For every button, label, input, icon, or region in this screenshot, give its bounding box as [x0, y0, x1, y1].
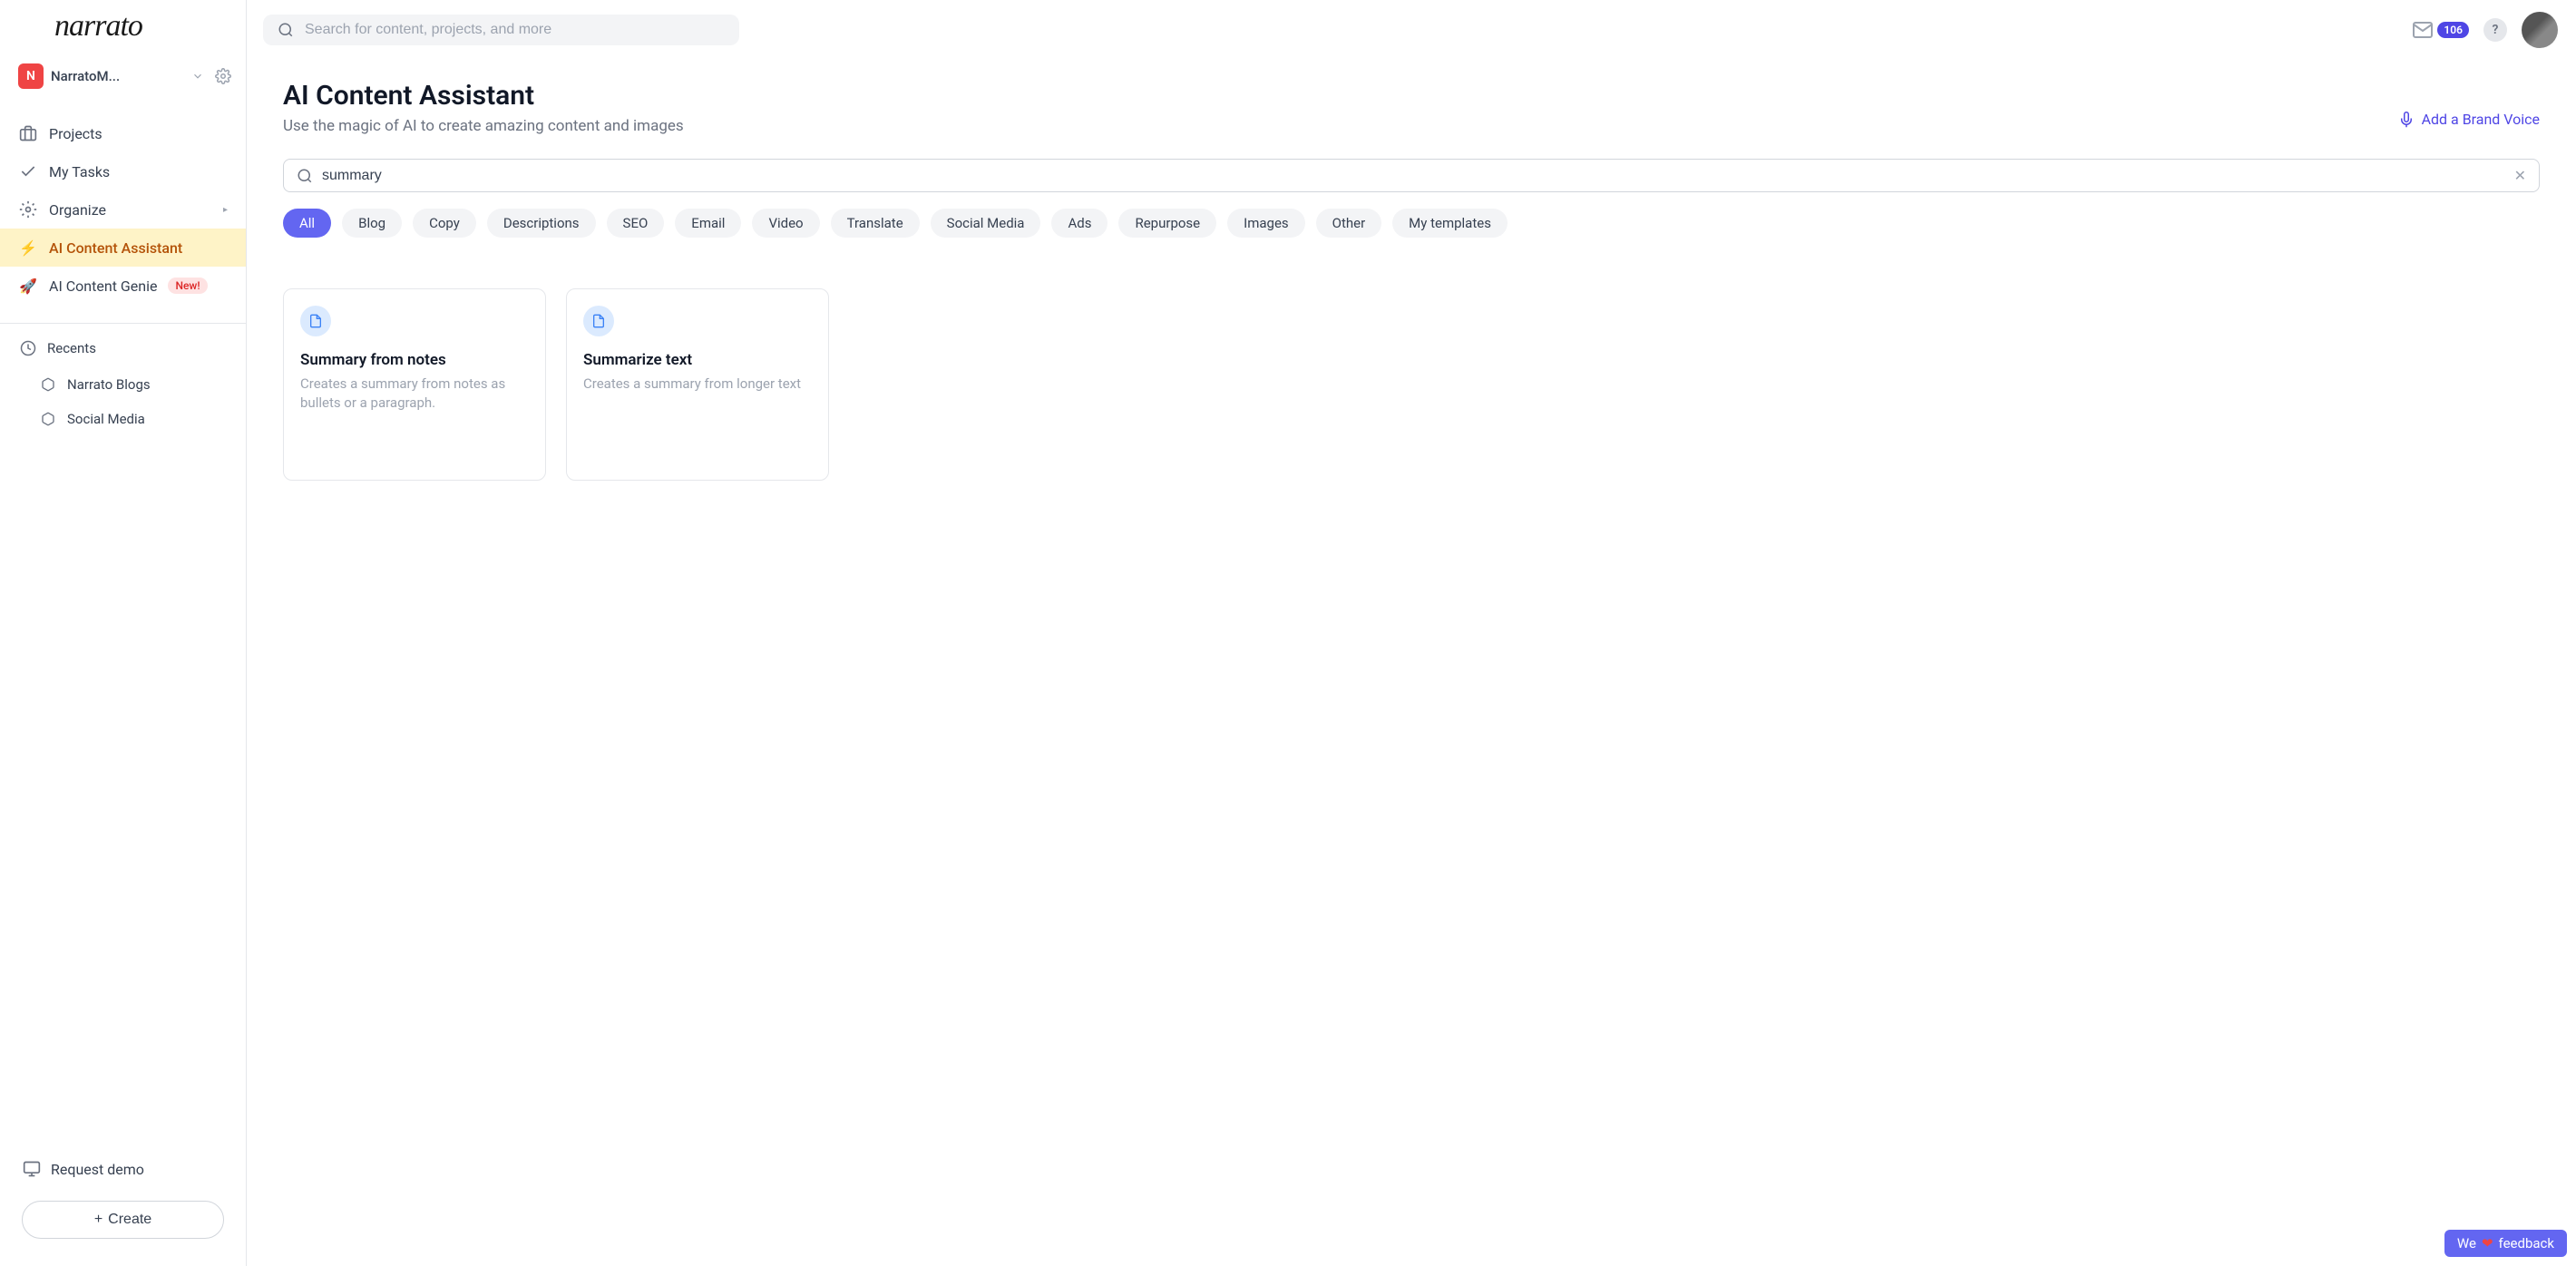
- notification-count: 106: [2437, 22, 2469, 38]
- mail-icon: [2412, 19, 2434, 41]
- workspace-initial: N: [18, 63, 44, 89]
- feedback-button[interactable]: We ❤ feedback: [2444, 1230, 2567, 1257]
- create-button[interactable]: + Create: [22, 1201, 224, 1239]
- logo[interactable]: narrato: [0, 0, 246, 54]
- recents-header: Recents: [0, 329, 246, 367]
- chip-descriptions[interactable]: Descriptions: [487, 209, 596, 238]
- document-icon: [583, 306, 614, 336]
- chip-all[interactable]: All: [283, 209, 331, 238]
- feedback-suffix: feedback: [2499, 1235, 2554, 1251]
- notifications[interactable]: 106: [2412, 19, 2469, 41]
- template-search-input[interactable]: [322, 168, 2505, 184]
- page-title: AI Content Assistant: [283, 80, 684, 112]
- create-label: Create: [108, 1212, 151, 1228]
- sidebar-nav: Projects My Tasks Organize ▸ ⚡ AI Conten…: [0, 98, 246, 305]
- lightning-icon: ⚡: [18, 238, 38, 258]
- chip-copy[interactable]: Copy: [413, 209, 476, 238]
- chevron-down-icon[interactable]: [191, 70, 204, 83]
- check-icon: [18, 161, 38, 181]
- plus-icon: +: [94, 1212, 102, 1228]
- page-subtitle: Use the magic of AI to create amazing co…: [283, 117, 684, 135]
- chip-translate[interactable]: Translate: [831, 209, 920, 238]
- sidebar-item-label: AI Content Genie: [49, 278, 157, 295]
- brand-voice-label: Add a Brand Voice: [2422, 111, 2540, 128]
- chip-images[interactable]: Images: [1227, 209, 1305, 238]
- template-cards: Summary from notes Creates a summary fro…: [283, 288, 2540, 481]
- template-card[interactable]: Summary from notes Creates a summary fro…: [283, 288, 546, 481]
- microphone-icon: [2398, 112, 2415, 128]
- template-card[interactable]: Summarize text Creates a summary from lo…: [566, 288, 829, 481]
- add-brand-voice-link[interactable]: Add a Brand Voice: [2398, 111, 2540, 128]
- sidebar: narrato N NarratoM... Projects: [0, 0, 247, 1266]
- search-icon: [278, 22, 294, 38]
- gear-icon: [18, 200, 38, 219]
- document-icon: [300, 306, 331, 336]
- card-title: Summary from notes: [300, 351, 529, 369]
- search-icon: [297, 168, 313, 184]
- chip-social-media[interactable]: Social Media: [931, 209, 1041, 238]
- monitor-icon: [22, 1159, 42, 1179]
- category-chips: All Blog Copy Descriptions SEO Email Video Tran…: [283, 209, 2540, 238]
- global-search-input[interactable]: [305, 22, 725, 38]
- chevron-right-icon: ▸: [223, 205, 228, 215]
- avatar[interactable]: [2522, 12, 2558, 48]
- clock-icon: [18, 338, 38, 358]
- main-content: 106 ? AI Content Assistant Use the magic…: [247, 0, 2576, 1266]
- help-button[interactable]: ?: [2483, 18, 2507, 42]
- rocket-icon: 🚀: [18, 276, 38, 296]
- sidebar-item-my-tasks[interactable]: My Tasks: [0, 152, 246, 190]
- sidebar-item-label: My Tasks: [49, 163, 110, 180]
- sidebar-item-label: Projects: [49, 125, 102, 142]
- clear-search-icon[interactable]: ✕: [2514, 167, 2526, 184]
- recent-item-social-media[interactable]: Social Media: [0, 402, 246, 436]
- request-demo-link[interactable]: Request demo: [22, 1150, 224, 1188]
- global-search[interactable]: [263, 15, 739, 45]
- chip-video[interactable]: Video: [752, 209, 819, 238]
- sidebar-item-projects[interactable]: Projects: [0, 114, 246, 152]
- chip-other[interactable]: Other: [1316, 209, 1382, 238]
- cube-icon: [38, 375, 58, 394]
- briefcase-icon: [18, 123, 38, 143]
- card-title: Summarize text: [583, 351, 812, 369]
- chip-email[interactable]: Email: [675, 209, 741, 238]
- logo-text: narrato: [54, 9, 142, 44]
- sidebar-item-ai-content-assistant[interactable]: ⚡ AI Content Assistant: [0, 229, 246, 267]
- card-description: Creates a summary from notes as bullets …: [300, 375, 529, 413]
- gear-icon[interactable]: [215, 68, 231, 84]
- chip-blog[interactable]: Blog: [342, 209, 402, 238]
- divider: [0, 323, 246, 324]
- request-demo-label: Request demo: [51, 1161, 144, 1178]
- topbar: 106 ?: [247, 0, 2576, 60]
- template-search[interactable]: ✕: [283, 159, 2540, 192]
- recents-label: Recents: [47, 340, 96, 356]
- sidebar-item-label: AI Content Assistant: [49, 239, 182, 257]
- workspace-selector[interactable]: N NarratoM...: [0, 54, 246, 98]
- recent-item-label: Narrato Blogs: [67, 376, 151, 393]
- recent-item-label: Social Media: [67, 411, 145, 427]
- chip-repurpose[interactable]: Repurpose: [1118, 209, 1216, 238]
- sidebar-item-ai-content-genie[interactable]: 🚀 AI Content Genie New!: [0, 267, 246, 305]
- heart-icon: ❤: [2482, 1235, 2493, 1251]
- cube-icon: [38, 409, 58, 429]
- feedback-prefix: We: [2457, 1235, 2476, 1251]
- sidebar-item-organize[interactable]: Organize ▸: [0, 190, 246, 229]
- chip-my-templates[interactable]: My templates: [1392, 209, 1508, 238]
- chip-ads[interactable]: Ads: [1051, 209, 1107, 238]
- card-description: Creates a summary from longer text: [583, 375, 812, 394]
- recent-item-narrato-blogs[interactable]: Narrato Blogs: [0, 367, 246, 402]
- chip-seo[interactable]: SEO: [607, 209, 665, 238]
- workspace-name: NarratoM...: [51, 68, 184, 84]
- sidebar-item-label: Organize: [49, 201, 106, 219]
- new-badge: New!: [168, 278, 207, 294]
